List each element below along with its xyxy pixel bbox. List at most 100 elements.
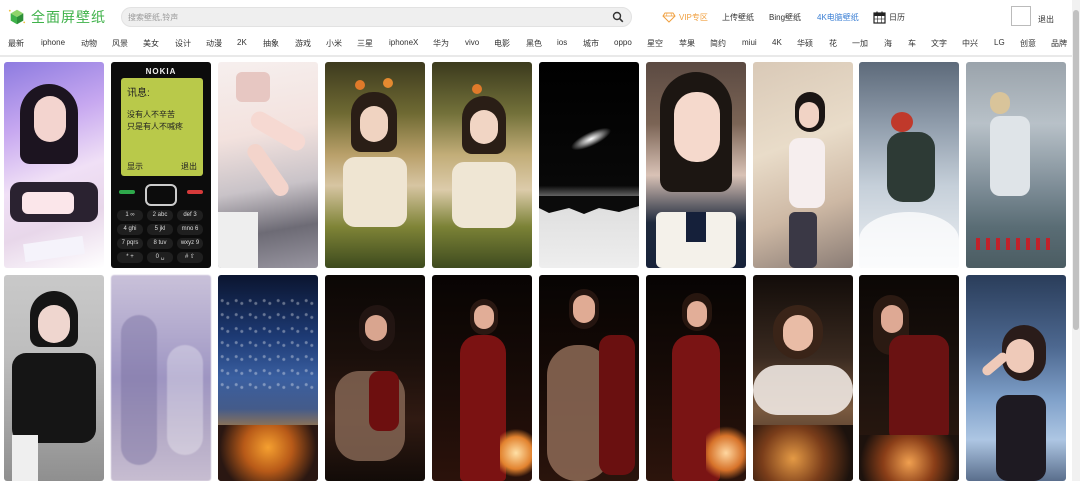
phone-key: def 3 bbox=[177, 210, 203, 221]
category-item[interactable]: 苹果 bbox=[679, 38, 695, 49]
site-logo[interactable]: 全面屏壁纸 bbox=[8, 7, 106, 27]
category-item[interactable]: ios bbox=[557, 38, 567, 47]
category-item[interactable]: 车 bbox=[908, 38, 916, 49]
category-item[interactable]: 2K bbox=[237, 38, 247, 47]
face-shape bbox=[674, 92, 720, 162]
category-item[interactable]: LG bbox=[994, 38, 1005, 47]
category-item[interactable]: 三星 bbox=[357, 38, 373, 49]
page-scrollbar[interactable] bbox=[1072, 0, 1080, 481]
phone-key: 5 jkl bbox=[147, 224, 173, 235]
wallpaper-thumbnail[interactable] bbox=[4, 275, 104, 481]
bing-wallpaper-link[interactable]: Bing壁纸 bbox=[769, 9, 801, 25]
fur-shape bbox=[753, 365, 853, 415]
flower-shape bbox=[472, 84, 482, 94]
wallpaper-thumbnail[interactable] bbox=[218, 62, 318, 268]
user-avatar[interactable] bbox=[1011, 6, 1031, 26]
face-shape bbox=[470, 110, 498, 144]
category-item[interactable]: 文字 bbox=[931, 38, 947, 49]
category-item[interactable]: 电影 bbox=[494, 38, 510, 49]
phone-key: # ⇧ bbox=[177, 252, 203, 263]
vip-link[interactable]: VIP专区 bbox=[662, 9, 708, 25]
category-item[interactable]: oppo bbox=[614, 38, 632, 47]
flower-shape bbox=[355, 80, 365, 90]
category-item[interactable]: 美女 bbox=[143, 38, 159, 49]
search-input[interactable] bbox=[128, 10, 598, 24]
category-item[interactable]: 创意 bbox=[1020, 38, 1036, 49]
category-item[interactable]: 中兴 bbox=[962, 38, 978, 49]
face-shape bbox=[881, 305, 903, 333]
category-item[interactable]: 4K bbox=[772, 38, 782, 47]
category-item[interactable]: 华为 bbox=[433, 38, 449, 49]
calendar-link[interactable]: 日历 bbox=[873, 9, 905, 25]
phone-key: 0 ␣ bbox=[147, 252, 173, 263]
wallpaper-thumbnail[interactable] bbox=[325, 62, 425, 268]
fire-shape bbox=[500, 425, 532, 481]
category-item[interactable]: 抽象 bbox=[263, 38, 279, 49]
logo-text: 全面屏壁纸 bbox=[31, 11, 106, 26]
wallpaper-thumbnail[interactable] bbox=[539, 62, 639, 268]
4k-wallpaper-link[interactable]: 4K电脑壁纸 bbox=[817, 9, 859, 25]
category-item[interactable]: 游戏 bbox=[295, 38, 311, 49]
wallpaper-thumbnail[interactable] bbox=[4, 62, 104, 268]
stocking-shape bbox=[789, 212, 817, 268]
category-item[interactable]: 品牌 bbox=[1051, 38, 1067, 49]
category-item[interactable]: 风景 bbox=[112, 38, 128, 49]
wallpaper-thumbnail[interactable] bbox=[753, 275, 853, 481]
phone-key: mno 6 bbox=[177, 224, 203, 235]
wallpaper-thumbnail[interactable] bbox=[646, 62, 746, 268]
category-item[interactable]: 华硕 bbox=[797, 38, 813, 49]
wallpaper-thumbnail[interactable] bbox=[432, 275, 532, 481]
face-shape bbox=[573, 295, 595, 323]
embers-shape bbox=[859, 435, 959, 481]
phone-message-line-2: 只是有人不喊疼 bbox=[127, 122, 183, 131]
logout-link[interactable]: 退出 bbox=[1038, 14, 1054, 25]
category-item[interactable]: 设计 bbox=[175, 38, 191, 49]
category-item[interactable]: 花 bbox=[829, 38, 837, 49]
calendar-icon bbox=[873, 11, 886, 24]
category-item[interactable]: 简约 bbox=[710, 38, 726, 49]
wallpaper-thumbnail[interactable] bbox=[966, 62, 1066, 268]
wallpaper-thumbnail[interactable] bbox=[432, 62, 532, 268]
category-divider bbox=[0, 55, 1080, 57]
wallpaper-thumbnail[interactable] bbox=[646, 275, 746, 481]
category-item[interactable]: 一加 bbox=[852, 38, 868, 49]
phone-dpad bbox=[145, 184, 177, 206]
book-shape bbox=[23, 235, 85, 263]
phone-softkey-right: 退出 bbox=[181, 162, 197, 171]
wallpaper-thumbnail[interactable] bbox=[859, 275, 959, 481]
wallpaper-thumbnail[interactable] bbox=[218, 275, 318, 481]
upload-link[interactable]: 上传壁纸 bbox=[722, 9, 754, 25]
face-shape bbox=[1006, 339, 1034, 373]
dress-shape bbox=[599, 335, 635, 475]
phone-screen: 讯息: 没有人不辛苦 只是有人不喊疼 显示 退出 bbox=[121, 78, 203, 176]
scrollbar-thumb[interactable] bbox=[1073, 10, 1079, 330]
phone-key: 2 abc bbox=[147, 210, 173, 221]
category-item[interactable]: iphoneX bbox=[389, 38, 418, 47]
category-item[interactable]: 最新 bbox=[8, 38, 24, 49]
category-item[interactable]: iphone bbox=[41, 38, 65, 47]
wallpaper-thumbnail[interactable] bbox=[325, 275, 425, 481]
wallpaper-thumbnail-nokia[interactable]: NOKIA 讯息: 没有人不辛苦 只是有人不喊疼 显示 退出 1 ∞ 2 abc… bbox=[111, 62, 211, 268]
category-item[interactable]: 黑色 bbox=[526, 38, 542, 49]
category-item[interactable]: 星空 bbox=[647, 38, 663, 49]
category-item[interactable]: 城市 bbox=[583, 38, 599, 49]
fire-shape bbox=[706, 425, 746, 481]
dress-shape bbox=[889, 335, 949, 445]
category-item[interactable]: 动物 bbox=[81, 38, 97, 49]
wallpaper-thumbnail[interactable] bbox=[753, 62, 853, 268]
category-item[interactable]: 海 bbox=[884, 38, 892, 49]
wallpaper-thumbnail[interactable] bbox=[966, 275, 1066, 481]
collar-shape bbox=[686, 212, 706, 242]
wallpaper-thumbnail[interactable] bbox=[859, 62, 959, 268]
wallpaper-thumbnail[interactable] bbox=[111, 275, 211, 481]
category-item[interactable]: 动漫 bbox=[206, 38, 222, 49]
category-item[interactable]: miui bbox=[742, 38, 757, 47]
phone-key: 4 ghi bbox=[117, 224, 143, 235]
search-icon[interactable] bbox=[612, 11, 624, 23]
suit-shape bbox=[887, 132, 935, 202]
category-item[interactable]: vivo bbox=[465, 38, 479, 47]
category-item[interactable]: 小米 bbox=[326, 38, 342, 49]
top-shape bbox=[996, 395, 1046, 481]
stars-shape bbox=[218, 295, 318, 395]
wallpaper-thumbnail[interactable] bbox=[539, 275, 639, 481]
